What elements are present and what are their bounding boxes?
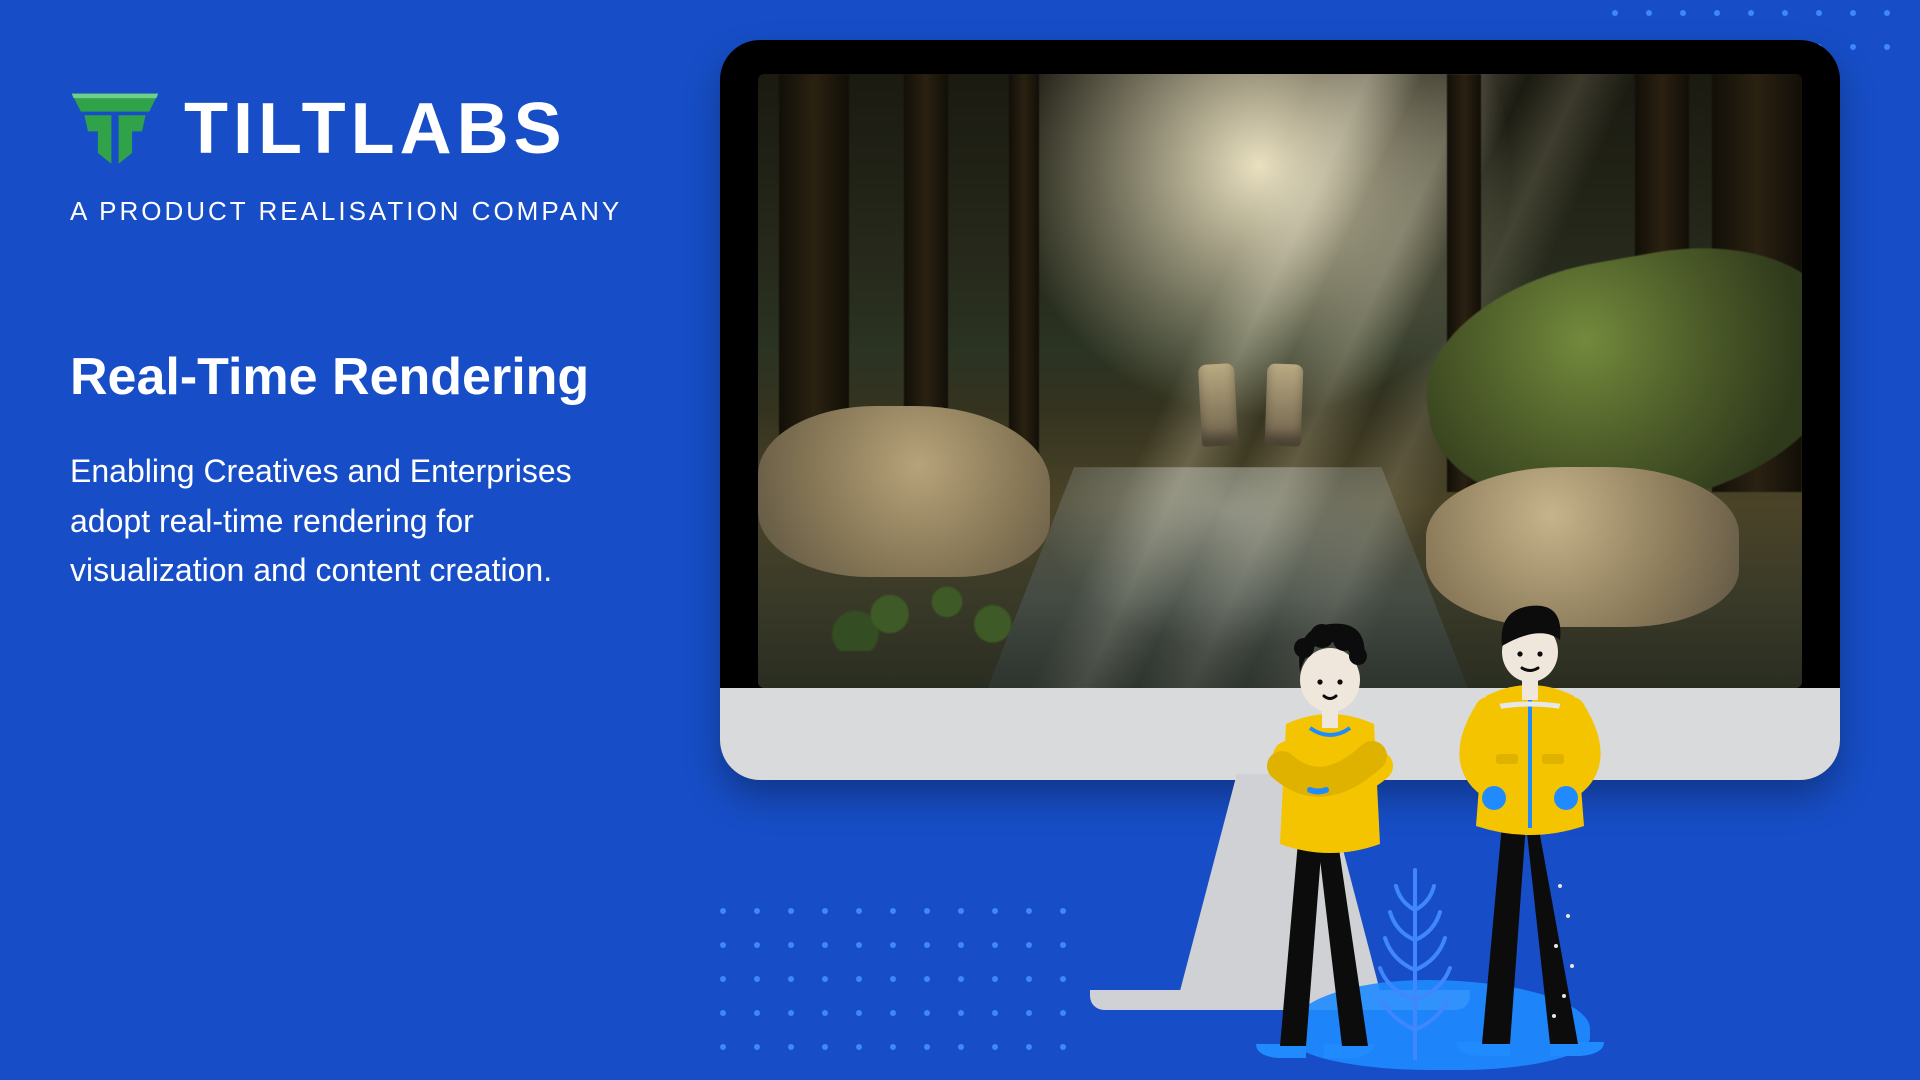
page-headline: Real-Time Rendering [70,347,630,407]
brand-name: TILTLABS [184,93,567,165]
brand-tagline: A PRODUCT REALISATION COMPANY [70,196,630,227]
brand-lockup: TILTLABS [70,90,630,168]
hero-illustration [720,40,1840,1010]
rendered-scene [758,74,1802,688]
tiltlabs-logo-icon [70,90,160,168]
monitor-frame [720,40,1840,780]
monitor-stand [1160,774,1400,994]
hero-text-block: TILTLABS A PRODUCT REALISATION COMPANY R… [70,90,630,596]
monitor-chin [720,688,1840,780]
page-subcopy: Enabling Creatives and Enterprises adopt… [70,447,590,596]
